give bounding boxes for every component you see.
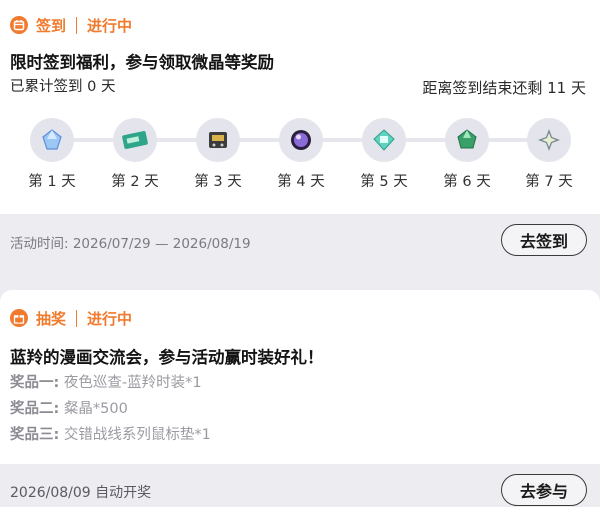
go-signin-button[interactable]: 去签到 <box>501 224 587 256</box>
prize-label: 奖品一: <box>10 375 60 391</box>
teal-chip-icon <box>362 118 406 162</box>
day-6[interactable]: 第 6 天 <box>442 118 492 191</box>
signin-countdown: 距离签到结束还剩 11 天 <box>422 79 586 97</box>
day-label: 第 6 天 <box>443 174 491 190</box>
go-participate-button[interactable]: 去参与 <box>501 474 587 506</box>
lottery-header: 抽奖 进行中 <box>10 307 132 329</box>
day-5[interactable]: 第 5 天 <box>359 118 409 191</box>
day-label: 第 4 天 <box>277 174 325 190</box>
prize-value: 夜色巡查-蓝羚时装*1 <box>63 375 202 391</box>
green-crystal-icon <box>445 118 489 162</box>
prize-1: 奖品一: 夜色巡查-蓝羚时装*1 <box>10 371 202 392</box>
device-box-icon <box>196 118 240 162</box>
activity-period: 活动时间: 2026/07/29 — 2026/08/19 <box>10 236 251 252</box>
day-label: 第 3 天 <box>194 174 242 190</box>
prize-label: 奖品三: <box>10 427 60 443</box>
signin-footer: 活动时间: 2026/07/29 — 2026/08/19 去签到 <box>0 214 600 268</box>
purple-orb-icon <box>279 118 323 162</box>
day-7[interactable]: 第 7 天 <box>524 118 574 191</box>
day-1[interactable]: 第 1 天 <box>27 118 77 191</box>
prize-3: 奖品三: 交错战线系列鼠标垫*1 <box>10 423 211 444</box>
prize-value: 粲晶*500 <box>63 401 128 417</box>
signin-card: 签到 进行中 限时签到福利，参与领取微晶等奖励 已累计签到 0 天 距离签到结束… <box>0 0 600 268</box>
day-2[interactable]: 第 2 天 <box>110 118 160 191</box>
day-4[interactable]: 第 4 天 <box>276 118 326 191</box>
day-label: 第 5 天 <box>360 174 408 190</box>
day-label: 第 7 天 <box>525 174 573 190</box>
lottery-card: 抽奖 进行中 蓝羚的漫画交流会，参与活动赢时装好礼！ 奖品一: 夜色巡查-蓝羚时… <box>0 290 600 507</box>
star-shard-icon <box>527 118 571 162</box>
header-divider <box>76 309 78 327</box>
lottery-footer: 2026/08/09 自动开奖 去参与 <box>0 464 600 507</box>
crystal-icon <box>30 118 74 162</box>
lottery-status: 进行中 <box>87 309 133 328</box>
prize-value: 交错战线系列鼠标垫*1 <box>63 427 211 443</box>
calendar-icon <box>10 16 28 34</box>
day-3[interactable]: 第 3 天 <box>193 118 243 191</box>
signin-tag: 签到 <box>36 16 67 35</box>
day-label: 第 2 天 <box>111 174 159 190</box>
signin-title: 限时签到福利，参与领取微晶等奖励 <box>10 53 274 72</box>
signin-header: 签到 进行中 <box>10 14 132 36</box>
draw-time: 2026/08/09 自动开奖 <box>10 485 152 501</box>
lottery-title: 蓝羚的漫画交流会，参与活动赢时装好礼！ <box>10 348 324 367</box>
prize-label: 奖品二: <box>10 401 60 417</box>
signin-cumulative: 已累计签到 0 天 <box>10 79 116 95</box>
gift-icon <box>10 309 28 327</box>
lottery-tag: 抽奖 <box>36 309 67 328</box>
signin-status: 进行中 <box>87 16 133 35</box>
prize-2: 奖品二: 粲晶*500 <box>10 397 128 418</box>
day-label: 第 1 天 <box>28 174 76 190</box>
ticket-card-icon <box>113 118 157 162</box>
header-divider <box>76 16 78 34</box>
